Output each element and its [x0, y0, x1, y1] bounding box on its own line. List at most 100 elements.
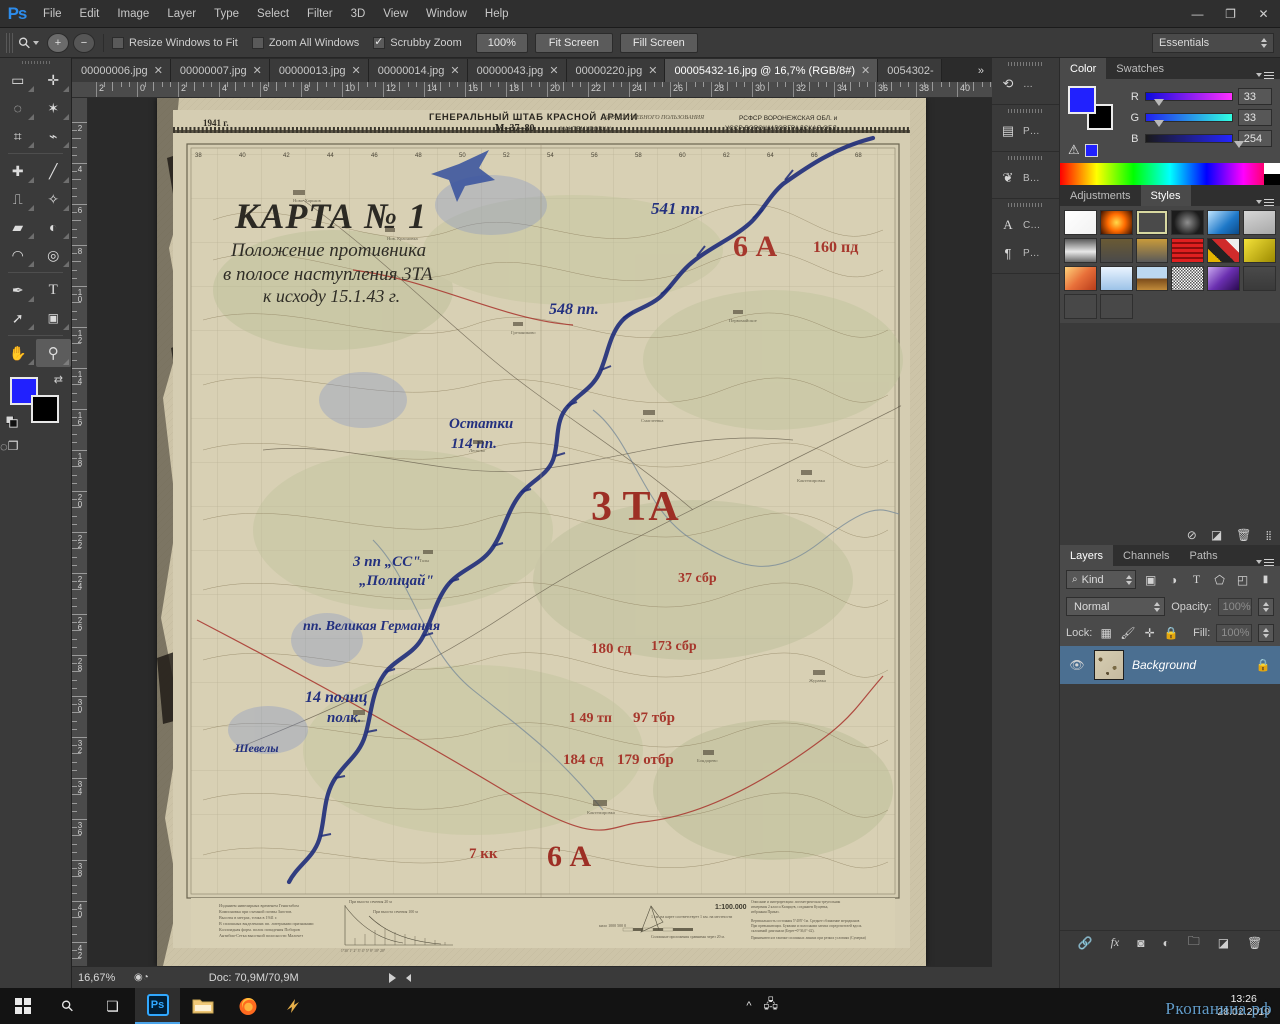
- menu-filter[interactable]: Filter: [298, 0, 342, 28]
- tray-chevron-up-icon[interactable]: ^: [746, 1000, 751, 1012]
- style-red-stripes[interactable]: [1171, 238, 1205, 263]
- close-icon[interactable]: ✕: [648, 64, 657, 77]
- tab-color[interactable]: Color: [1060, 58, 1107, 79]
- minimize-button[interactable]: —: [1181, 0, 1214, 28]
- tab-00000014[interactable]: 00000014.jpg ✕: [368, 59, 468, 82]
- style-dark-button[interactable]: [1171, 210, 1205, 235]
- toolbox-grip[interactable]: [0, 58, 71, 66]
- eyedropper-tool[interactable]: ⌁: [36, 122, 72, 150]
- fill-value[interactable]: 100%: [1216, 624, 1252, 642]
- rectangular-marquee-tool[interactable]: ▭: [0, 66, 36, 94]
- document-canvas[interactable]: 1941 г. ГЕНЕРАЛЬНЫЙ ШТАБ КРАСНОЙ АРМИИ М…: [157, 98, 926, 966]
- tab-0054302[interactable]: 0054302-: [878, 59, 942, 82]
- style-blue-sky[interactable]: [1207, 210, 1241, 235]
- active-tool-preview[interactable]: ⚲: [15, 33, 39, 53]
- menu-3d[interactable]: 3D: [342, 0, 375, 28]
- status-left-arrow[interactable]: [405, 973, 411, 982]
- tabs-overflow-button[interactable]: »: [970, 59, 992, 82]
- black-white-swatches[interactable]: [1264, 163, 1280, 185]
- style-gold-fade[interactable]: [1135, 238, 1169, 263]
- layer-thumbnail[interactable]: [1094, 650, 1124, 680]
- panel-resize-grip[interactable]: ⣿: [1265, 530, 1272, 541]
- start-button[interactable]: [0, 988, 45, 1024]
- lock-position-icon[interactable]: ✛: [1142, 624, 1158, 642]
- panel-icon-character[interactable]: A C…: [992, 211, 1059, 239]
- style-drop-shadow[interactable]: [1243, 266, 1276, 291]
- rectangle-tool[interactable]: ▣: [36, 304, 72, 332]
- styles-swatch-grid[interactable]: [1060, 206, 1280, 323]
- tab-00000007[interactable]: 00000007.jpg ✕: [170, 59, 270, 82]
- color-panel-menu-button[interactable]: [1256, 71, 1280, 79]
- panel-grip[interactable]: [1007, 203, 1044, 207]
- tab-00000006[interactable]: 00000006.jpg ✕: [72, 59, 171, 82]
- zoom-out-button[interactable]: −: [73, 32, 95, 53]
- horizontal-type-tool[interactable]: T: [36, 276, 72, 304]
- menu-select[interactable]: Select: [248, 0, 298, 28]
- background-color-swatch[interactable]: [31, 395, 59, 423]
- fill-stepper[interactable]: [1257, 624, 1274, 642]
- panel-grip[interactable]: [1007, 109, 1044, 113]
- swap-colors-icon[interactable]: ⇄: [54, 373, 63, 386]
- dodge-tool[interactable]: ◎: [36, 241, 72, 269]
- color-slider-r[interactable]: R 33: [1130, 86, 1272, 107]
- default-colors-icon[interactable]: [6, 416, 19, 429]
- tab-00000013[interactable]: 00000013.jpg ✕: [269, 59, 369, 82]
- slider-track-b[interactable]: [1144, 134, 1244, 148]
- filter-smart-objects-icon[interactable]: ◰: [1234, 571, 1251, 589]
- chevron-updown-icon[interactable]: [1154, 601, 1161, 612]
- slider-thumb[interactable]: [1233, 141, 1244, 148]
- panel-icon-paragraph[interactable]: ¶ P…: [992, 239, 1059, 267]
- menu-edit[interactable]: Edit: [71, 0, 109, 28]
- zoom-level-field[interactable]: 16,67%: [72, 972, 134, 984]
- slider-track-g[interactable]: [1144, 113, 1233, 127]
- options-bar-grip[interactable]: [6, 32, 13, 53]
- panel-grip[interactable]: [1007, 62, 1044, 66]
- color-slider-g[interactable]: G 33: [1130, 107, 1272, 128]
- tab-layers[interactable]: Layers: [1060, 545, 1114, 566]
- tab-channels[interactable]: Channels: [1113, 545, 1180, 566]
- new-fill-adjustment-icon[interactable]: ◐: [1163, 936, 1170, 950]
- gamut-replacement-swatch[interactable]: [1084, 143, 1098, 157]
- workspace-selector[interactable]: Essentials: [1152, 32, 1274, 53]
- close-icon[interactable]: ✕: [549, 64, 558, 77]
- channel-value-g[interactable]: 33: [1237, 109, 1272, 126]
- crop-tool[interactable]: ⌗: [0, 122, 36, 150]
- resize-windows-to-fit-checkbox[interactable]: Resize Windows to Fit: [112, 36, 238, 49]
- search-button[interactable]: ⚲: [45, 988, 90, 1024]
- slider-thumb[interactable]: [1153, 120, 1164, 127]
- link-layers-icon[interactable]: 🔗: [1078, 936, 1093, 950]
- zoom-tool[interactable]: ⚲: [35, 339, 71, 367]
- new-adjustment-icon[interactable]: ◪: [1211, 528, 1222, 542]
- screen-mode-icon[interactable]: ❐: [8, 433, 19, 459]
- maximize-button[interactable]: ❐: [1214, 0, 1247, 28]
- add-layer-mask-icon[interactable]: ◙: [1137, 936, 1144, 950]
- no-entry-icon[interactable]: ⊘: [1187, 528, 1197, 542]
- close-icon[interactable]: ✕: [861, 64, 870, 77]
- tab-swatches[interactable]: Swatches: [1106, 58, 1174, 79]
- photoshop-taskbar-button[interactable]: Ps: [135, 988, 180, 1024]
- style-confetti[interactable]: [1207, 238, 1241, 263]
- tab-paths[interactable]: Paths: [1179, 545, 1228, 566]
- layer-visibility-eye-icon[interactable]: 👁: [1068, 656, 1086, 674]
- quick-mask-mode-icon[interactable]: ◌: [0, 433, 8, 459]
- color-slider-b[interactable]: B 254: [1130, 128, 1272, 149]
- panel-icon-history[interactable]: ⟲ …: [992, 70, 1059, 98]
- layer-style-fx-icon[interactable]: fx: [1111, 935, 1120, 950]
- filter-pixel-layers-icon[interactable]: ▣: [1142, 571, 1159, 589]
- close-icon[interactable]: ✕: [450, 64, 459, 77]
- magic-wand-tool[interactable]: ✶: [36, 94, 72, 122]
- menu-help[interactable]: Help: [476, 0, 518, 28]
- style-metal[interactable]: [1064, 238, 1097, 263]
- filter-adjustment-layers-icon[interactable]: ◑: [1165, 571, 1182, 589]
- channel-value-r[interactable]: 33: [1237, 88, 1272, 105]
- zoom-all-windows-checkbox[interactable]: Zoom All Windows: [251, 36, 359, 49]
- eraser-tool[interactable]: ▰: [0, 213, 36, 241]
- history-brush-tool[interactable]: ✧: [36, 185, 72, 213]
- style-grey[interactable]: [1243, 210, 1276, 235]
- lasso-tool[interactable]: ◌: [0, 94, 36, 122]
- file-explorer-button[interactable]: [180, 988, 225, 1024]
- editor-button[interactable]: [270, 988, 315, 1024]
- delete-layer-icon[interactable]: 🗑: [1247, 936, 1262, 950]
- menu-file[interactable]: File: [34, 0, 71, 28]
- brush-tool[interactable]: ╱: [36, 157, 72, 185]
